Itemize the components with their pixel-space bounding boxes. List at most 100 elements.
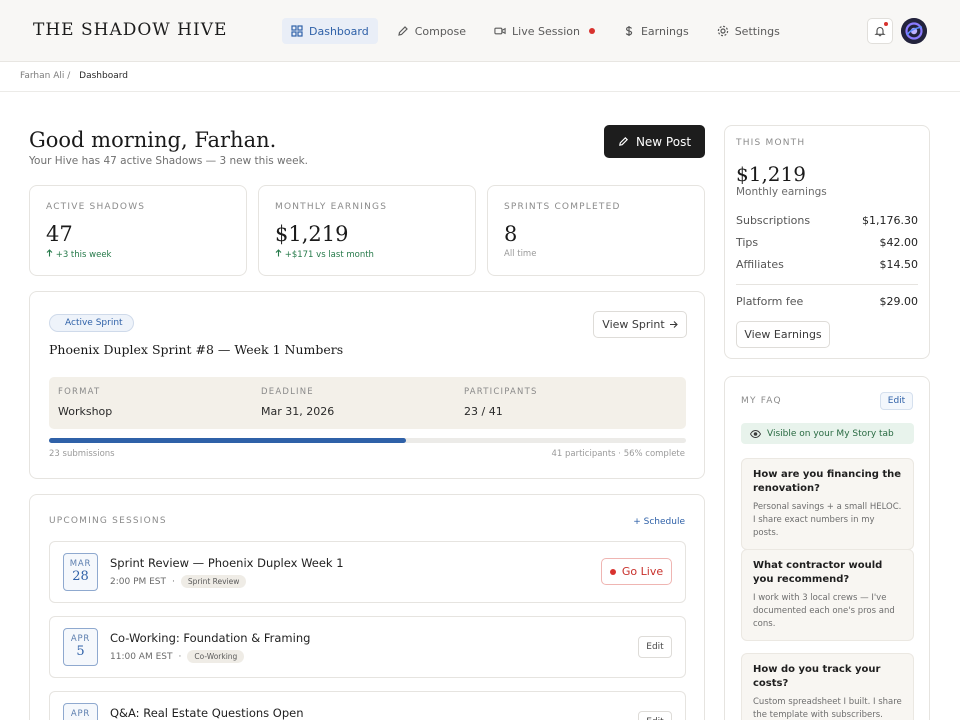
page-title: Good morning, Farhan.: [29, 128, 277, 152]
month-total-label: Monthly earnings: [736, 186, 827, 198]
nav-item-compose[interactable]: Compose: [388, 18, 475, 44]
gear-icon: [717, 25, 729, 37]
breadcrumb-root[interactable]: Farhan Ali: [20, 71, 64, 81]
session-item[interactable]: MAR 28 Sprint Review — Phoenix Duplex We…: [49, 541, 686, 603]
edit-session-button[interactable]: Edit: [638, 711, 672, 720]
sprint-deadline: DEADLINE Mar 31, 2026: [261, 387, 334, 418]
row-label: Tips: [736, 236, 759, 249]
sprint-progress-fill: [49, 438, 406, 443]
faq-question: What contractor would you recommend?: [753, 560, 883, 585]
nav-item-dashboard[interactable]: Dashboard: [282, 18, 378, 44]
faq-question: How are you financing the renovation?: [753, 469, 902, 494]
brand-logo[interactable]: THE SHADOW HIVE: [33, 20, 227, 40]
faq-answer: Custom spreadsheet I built. I share the …: [753, 697, 902, 720]
live-dot-icon: [609, 568, 616, 575]
stat-value: 47: [46, 222, 73, 246]
active-sprint-badge: Active Sprint: [49, 314, 134, 332]
active-sprint-card: Active Sprint View Sprint Phoenix Duplex…: [29, 291, 705, 479]
row-value: $42.00: [879, 236, 919, 249]
session-meta: 2:00 PM EST · Sprint Review: [110, 575, 247, 588]
earnings-row: Subscriptions $1,176.30: [736, 214, 918, 227]
format-label: FORMAT: [58, 387, 101, 397]
view-sprint-label: View Sprint: [602, 318, 665, 331]
bell-icon: [874, 26, 886, 37]
faq-answer: I work with 3 local crews — I've documen…: [753, 593, 895, 629]
nav-item-live-session[interactable]: Live Session: [485, 18, 604, 44]
stat-delta: All time: [504, 249, 537, 259]
participants-label: PARTICIPANTS: [464, 387, 538, 397]
session-time: 11:00 AM EST: [110, 651, 173, 662]
avatar[interactable]: [901, 18, 927, 44]
dollar-icon: [623, 25, 635, 37]
notifications-button[interactable]: [867, 18, 893, 44]
page-subtitle: Your Hive has 47 active Shadows — 3 new …: [29, 155, 308, 167]
session-item[interactable]: APR Q&A: Real Estate Questions Open Edit: [49, 691, 686, 720]
stat-value: $1,219: [275, 222, 349, 246]
stat-label: SPRINTS COMPLETED: [504, 202, 621, 212]
sprint-details: FORMAT Workshop DEADLINE Mar 31, 2026 PA…: [49, 377, 686, 429]
submissions-count: 23 submissions: [49, 449, 115, 459]
nav-item-settings[interactable]: Settings: [708, 18, 789, 44]
new-post-button[interactable]: New Post: [604, 125, 705, 158]
stat-delta: +$171 vs last month: [275, 249, 374, 260]
live-indicator: [588, 28, 595, 34]
row-label: Affiliates: [736, 258, 784, 271]
arrow-right-icon: [669, 321, 678, 328]
schedule-link[interactable]: + Schedule: [633, 517, 685, 527]
faq-edit-button[interactable]: Edit: [880, 392, 913, 410]
visibility-label: Visible on your My Story tab: [767, 428, 894, 439]
nav-item-label: Live Session: [512, 24, 580, 38]
session-title: Co-Working: Foundation & Framing: [110, 631, 311, 645]
stat-delta: +3 this week: [46, 249, 111, 260]
faq-item[interactable]: How do you track your costs? Custom spre…: [741, 653, 914, 720]
session-time: 2:00 PM EST: [110, 576, 167, 587]
earnings-row: Affiliates $14.50: [736, 258, 918, 271]
session-tag: Sprint Review: [180, 575, 247, 588]
faq-label: MY FAQ: [741, 396, 782, 406]
sprint-title[interactable]: Phoenix Duplex Sprint #8 — Week 1 Number…: [49, 342, 343, 357]
faq-item[interactable]: What contractor would you recommend? I w…: [741, 549, 914, 641]
faq-item[interactable]: How are you financing the renovation? Pe…: [741, 458, 914, 550]
sprint-participants: PARTICIPANTS 23 / 41: [464, 387, 538, 418]
go-live-label: Go Live: [621, 565, 664, 578]
view-earnings-button[interactable]: View Earnings: [736, 321, 830, 348]
session-meta: 11:00 AM EST · Co-Working: [110, 650, 245, 663]
platform-fee-row: Platform fee $29.00: [736, 295, 918, 308]
session-title: Q&A: Real Estate Questions Open: [110, 706, 304, 720]
main-nav: Dashboard Compose Live Session Earnings: [282, 18, 789, 44]
faq-question: How do you track your costs?: [753, 664, 881, 689]
stat-card-monthly-earnings: MONTHLY EARNINGS $1,219 +$171 vs last mo…: [258, 185, 476, 276]
nav-item-label: Dashboard: [309, 24, 369, 38]
sprint-progress-bar: [49, 438, 686, 443]
edit-session-button[interactable]: Edit: [638, 636, 672, 658]
faq-card: MY FAQ Edit Visible on your My Story tab…: [724, 376, 930, 720]
deadline-value: Mar 31, 2026: [261, 405, 335, 418]
this-month-card: THIS MONTH $1,219 Monthly earnings Subsc…: [724, 125, 930, 359]
session-title: Sprint Review — Phoenix Duplex Week 1: [110, 556, 344, 570]
format-value: Workshop: [58, 405, 113, 418]
session-item[interactable]: APR 5 Co-Working: Foundation & Framing 1…: [49, 616, 686, 678]
row-value: $29.00: [879, 295, 919, 308]
nav-item-earnings[interactable]: Earnings: [614, 18, 698, 44]
month-total: $1,219: [736, 162, 806, 186]
view-sprint-button[interactable]: View Sprint: [593, 311, 687, 338]
eye-icon: [750, 429, 761, 438]
go-live-button[interactable]: Go Live: [601, 558, 672, 585]
pen-icon: [619, 136, 628, 146]
arrow-up-icon: [46, 249, 53, 257]
sprint-format: FORMAT Workshop: [58, 387, 112, 418]
this-month-label: THIS MONTH: [736, 138, 806, 148]
session-tag: Co-Working: [187, 650, 245, 663]
visibility-chip: Visible on your My Story tab: [741, 423, 914, 444]
nav-item-label: Compose: [414, 24, 467, 38]
upcoming-sessions-card: UPCOMING SESSIONS + Schedule MAR 28 Spri…: [29, 494, 705, 720]
breadcrumb: Farhan Ali / Dashboard: [20, 71, 128, 81]
video-icon: [494, 25, 506, 37]
breadcrumb-separator: /: [67, 71, 71, 81]
divider: [736, 284, 918, 285]
nav-item-label: Earnings: [640, 24, 689, 38]
meta-separator: ·: [178, 651, 182, 662]
grid-icon: [291, 25, 303, 37]
sprint-summary: 41 participants · 56% complete: [551, 449, 685, 459]
meta-separator: ·: [172, 576, 175, 587]
